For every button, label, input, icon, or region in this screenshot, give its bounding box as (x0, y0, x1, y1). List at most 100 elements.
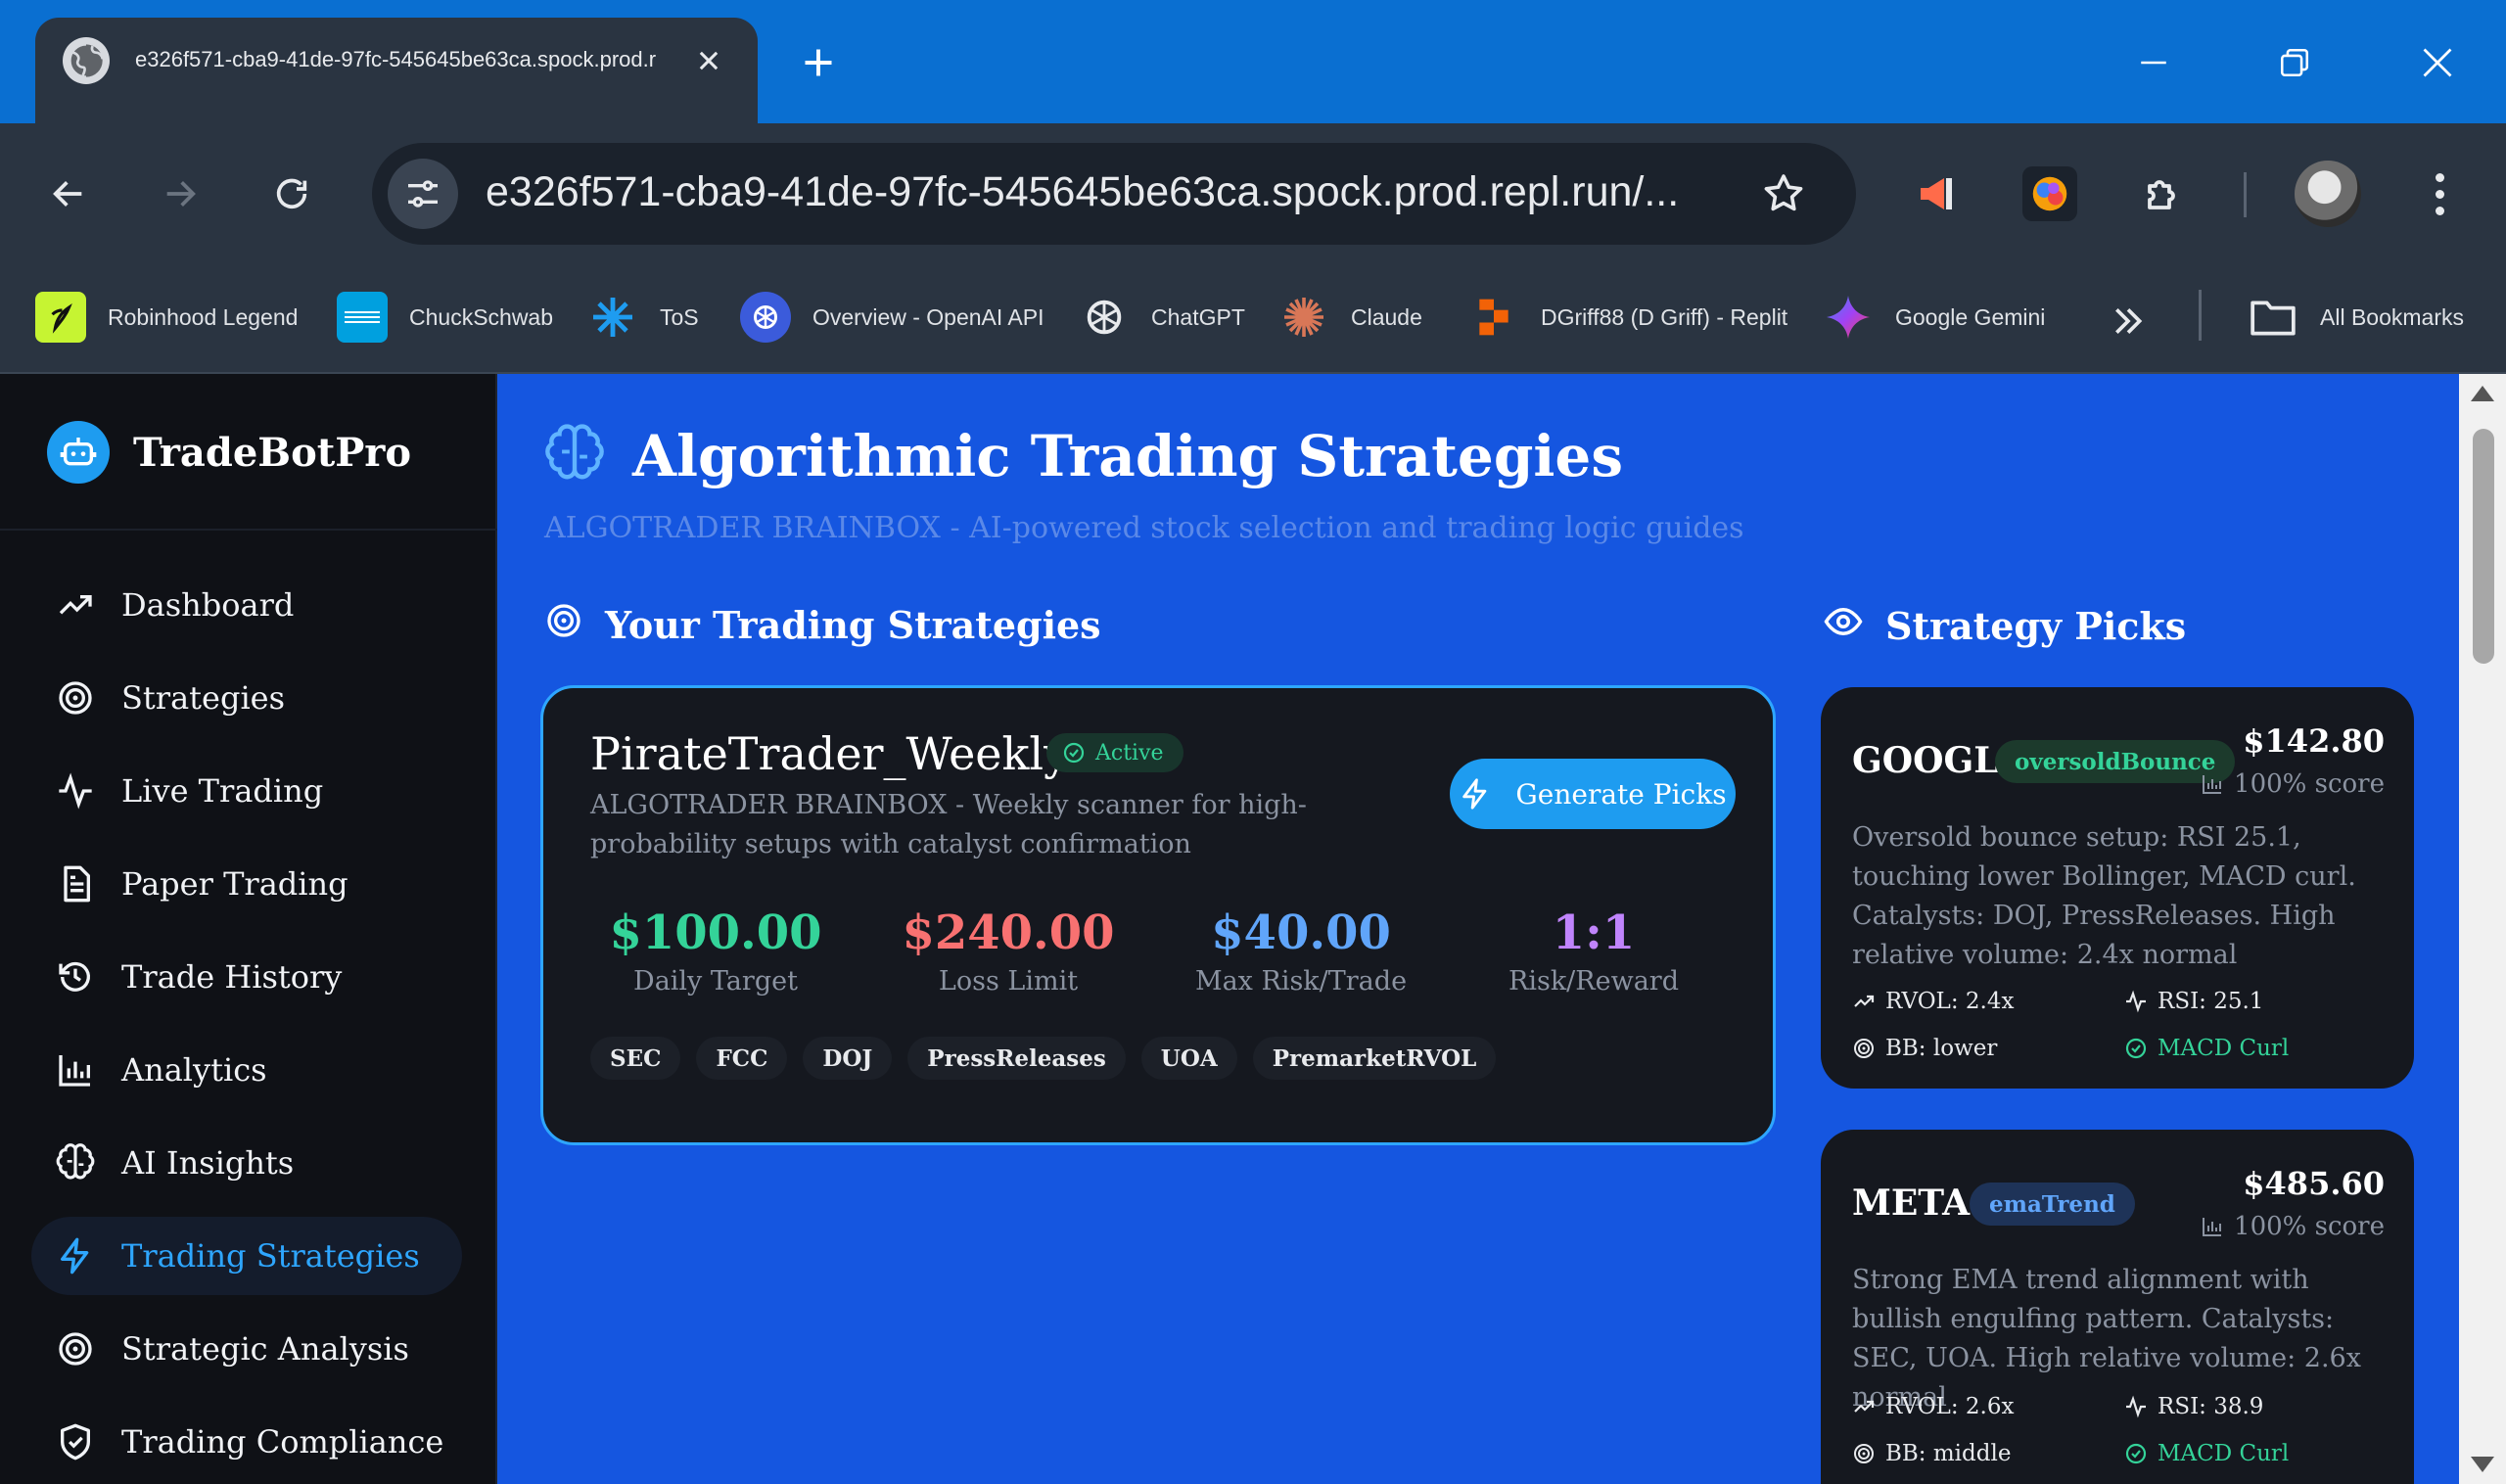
bar-chart-icon (2203, 1218, 2222, 1236)
metric-value: 1:1 (1552, 905, 1636, 960)
metric-value: $240.00 (902, 905, 1115, 960)
status-label: Active (1095, 740, 1164, 765)
tag: SEC (590, 1037, 681, 1080)
scroll-up-arrow-icon[interactable] (2471, 386, 2494, 401)
bookmark-openai[interactable]: Overview - OpenAI API (740, 282, 1044, 352)
back-icon[interactable] (41, 166, 96, 221)
all-bookmarks[interactable]: All Bookmarks (2248, 282, 2464, 352)
browser-menu-icon[interactable] (2418, 166, 2461, 221)
bookmark-replit[interactable]: DGriff88 (D Griff) - Replit (1468, 282, 1787, 352)
bookmark-label: ChatGPT (1151, 303, 1245, 330)
bookmark-label: Robinhood Legend (108, 303, 299, 330)
sidebar-item-paper-trading[interactable]: Paper Trading (31, 845, 462, 923)
extensions-puzzle-icon[interactable] (2136, 166, 2191, 221)
tab-title: e326f571-cba9-41de-97fc-545645be63ca.spo… (135, 47, 657, 71)
url-text[interactable]: e326f571-cba9-41de-97fc-545645be63ca.spo… (486, 168, 1719, 216)
reload-icon[interactable] (264, 166, 319, 221)
stat-text: RSI: 38.9 (2158, 1394, 2264, 1419)
section-title: Your Trading Strategies (605, 603, 1101, 647)
rvol-stat: RVOL: 2.6x (1852, 1394, 2014, 1419)
bb-stat: BB: middle (1852, 1441, 2011, 1466)
bookmark-chatgpt[interactable]: ChatGPT (1079, 282, 1245, 352)
minimize-icon[interactable] (2124, 33, 2183, 92)
strategy-card[interactable]: PirateTrader_Weekly Active ALGOTRADER BR… (540, 685, 1776, 1145)
stat-text: MACD Curl (2158, 1036, 2290, 1061)
sidebar-item-ai-insights[interactable]: AI Insights (31, 1124, 462, 1202)
bb-stat: BB: lower (1852, 1036, 1997, 1061)
bookmark-tos[interactable]: ToS (587, 282, 699, 352)
metric-daily-target: $100.00 Daily Target (579, 905, 853, 997)
sidebar-item-analytics[interactable]: Analytics (31, 1031, 462, 1109)
pick-card[interactable]: GOOGL oversoldBounce $142.80 100% score … (1821, 687, 2414, 1089)
bookmarks-bar: Robinhood Legend ChuckSchwab ToS Overvie… (0, 260, 2506, 374)
tab-close-icon[interactable] (685, 37, 732, 84)
metric-max-risk: $40.00 Max Risk/Trade (1164, 905, 1438, 997)
page-subtitle: ALGOTRADER BRAINBOX - AI-powered stock s… (544, 511, 1744, 545)
stat-text: RVOL: 2.6x (1885, 1394, 2015, 1419)
all-bookmarks-label: All Bookmarks (2320, 303, 2464, 330)
lightning-icon (1462, 778, 1487, 810)
bookmark-gemini[interactable]: Google Gemini (1823, 282, 2045, 352)
bookmark-star-icon[interactable] (1756, 166, 1811, 221)
extension-megaphone-icon[interactable] (1909, 166, 1964, 221)
metric-label: Daily Target (633, 966, 798, 997)
sidebar-item-trade-history[interactable]: Trade History (31, 938, 462, 1016)
page-title: Algorithmic Trading Strategies (632, 423, 1623, 489)
tag: FCC (696, 1037, 788, 1080)
globe-icon (63, 37, 110, 84)
bookmark-claude[interactable]: Claude (1278, 282, 1422, 352)
page-scrollbar[interactable] (2459, 374, 2506, 1484)
score-text: 100% score (2234, 769, 2385, 799)
forward-icon[interactable] (153, 166, 208, 221)
catalyst-tags: SEC FCC DOJ PressReleases UOA PremarketR… (590, 1037, 1497, 1080)
sidebar-item-strategies[interactable]: Strategies (31, 659, 462, 737)
robinhood-icon (35, 292, 86, 343)
brand[interactable]: TradeBotPro (47, 421, 411, 484)
tos-icon (587, 292, 638, 343)
sidebar-item-strategic-analysis[interactable]: Strategic Analysis (31, 1310, 462, 1388)
scroll-down-arrow-icon[interactable] (2471, 1457, 2494, 1472)
pick-symbol: META (1852, 1183, 1971, 1224)
sidebar-item-label: Trading Compliance (121, 1423, 444, 1461)
extension-brain-icon[interactable] (2022, 166, 2077, 221)
site-info-icon[interactable] (388, 159, 458, 229)
bookmark-schwab[interactable]: ChuckSchwab (337, 282, 553, 352)
brain-icon (55, 1142, 96, 1183)
sidebar-item-label: Trading Strategies (121, 1237, 420, 1275)
stat-text: BB: middle (1885, 1441, 2012, 1466)
toolbar-separator (2244, 172, 2247, 217)
new-tab-icon[interactable] (793, 37, 844, 88)
bookmarks-separator (2199, 290, 2202, 341)
pick-card[interactable]: META emaTrend $485.60 100% score Strong … (1821, 1130, 2414, 1484)
scrollbar-thumb[interactable] (2473, 429, 2494, 664)
bar-chart-icon (55, 1049, 96, 1090)
setup-badge: emaTrend (1970, 1183, 2135, 1226)
bookmark-label: Google Gemini (1895, 303, 2046, 330)
setup-badge: oversoldBounce (1995, 740, 2236, 783)
sidebar-item-trading-compliance[interactable]: Trading Compliance (31, 1403, 462, 1481)
brain-icon (544, 423, 605, 489)
close-window-icon[interactable] (2408, 33, 2467, 92)
target-icon (55, 677, 96, 719)
replit-icon (1468, 292, 1519, 343)
more-bookmarks-icon[interactable] (2103, 296, 2154, 347)
profile-avatar[interactable] (2295, 161, 2361, 227)
restore-icon[interactable] (2265, 33, 2324, 92)
sidebar: TradeBotPro Dashboard Strategies Live Tr… (0, 374, 497, 1484)
sidebar-item-live-trading[interactable]: Live Trading (31, 752, 462, 830)
sidebar-item-trading-strategies[interactable]: Trading Strategies (31, 1217, 462, 1295)
pick-price: $485.60 (2243, 1165, 2385, 1202)
activity-icon (2126, 990, 2146, 1013)
browser-tab[interactable]: e326f571-cba9-41de-97fc-545645be63ca.spo… (35, 18, 758, 123)
generate-picks-button[interactable]: Generate Picks (1450, 759, 1736, 829)
metric-label: Max Risk/Trade (1194, 966, 1408, 997)
sidebar-item-label: Strategies (121, 679, 286, 717)
generate-picks-label: Generate Picks (1515, 777, 1727, 811)
your-strategies-heading: Your Trading Strategies (544, 601, 1101, 649)
brand-name: TradeBotPro (133, 429, 412, 476)
bookmark-robinhood[interactable]: Robinhood Legend (35, 282, 298, 352)
sidebar-item-dashboard[interactable]: Dashboard (31, 566, 462, 644)
metric-value: $40.00 (1211, 905, 1391, 960)
bot-icon (47, 421, 110, 484)
address-bar[interactable]: e326f571-cba9-41de-97fc-545645be63ca.spo… (372, 143, 1856, 245)
